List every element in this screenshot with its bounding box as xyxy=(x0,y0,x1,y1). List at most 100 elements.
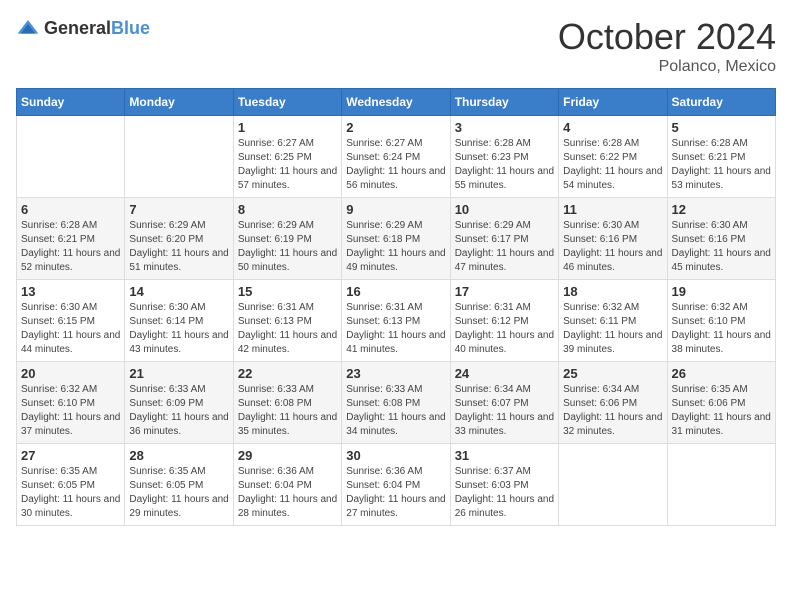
calendar-table: SundayMondayTuesdayWednesdayThursdayFrid… xyxy=(16,88,776,526)
day-number: 7 xyxy=(129,202,228,217)
sunset-label: Sunset: 6:23 PM xyxy=(455,152,529,163)
sunrise-label: Sunrise: 6:28 AM xyxy=(672,138,748,149)
day-number: 10 xyxy=(455,202,554,217)
day-info: Sunrise: 6:35 AM Sunset: 6:05 PM Dayligh… xyxy=(21,465,120,521)
day-info: Sunrise: 6:31 AM Sunset: 6:12 PM Dayligh… xyxy=(455,301,554,357)
sunrise-label: Sunrise: 6:31 AM xyxy=(346,302,422,313)
sunrise-label: Sunrise: 6:35 AM xyxy=(129,466,205,477)
daylight-label: Daylight: 11 hours and 55 minutes. xyxy=(455,166,554,191)
daylight-label: Daylight: 11 hours and 37 minutes. xyxy=(21,412,120,437)
day-info: Sunrise: 6:33 AM Sunset: 6:09 PM Dayligh… xyxy=(129,383,228,439)
calendar-week-row: 20 Sunrise: 6:32 AM Sunset: 6:10 PM Dayl… xyxy=(17,362,776,444)
calendar-cell: 22 Sunrise: 6:33 AM Sunset: 6:08 PM Dayl… xyxy=(233,362,341,444)
sunset-label: Sunset: 6:20 PM xyxy=(129,234,203,245)
daylight-label: Daylight: 11 hours and 41 minutes. xyxy=(346,330,445,355)
daylight-label: Daylight: 11 hours and 39 minutes. xyxy=(563,330,662,355)
sunset-label: Sunset: 6:11 PM xyxy=(563,316,636,327)
calendar-cell: 4 Sunrise: 6:28 AM Sunset: 6:22 PM Dayli… xyxy=(559,116,667,198)
day-info: Sunrise: 6:30 AM Sunset: 6:14 PM Dayligh… xyxy=(129,301,228,357)
calendar-cell: 1 Sunrise: 6:27 AM Sunset: 6:25 PM Dayli… xyxy=(233,116,341,198)
calendar-cell: 21 Sunrise: 6:33 AM Sunset: 6:09 PM Dayl… xyxy=(125,362,233,444)
sunset-label: Sunset: 6:06 PM xyxy=(563,398,637,409)
sunset-label: Sunset: 6:06 PM xyxy=(672,398,746,409)
location-subtitle: Polanco, Mexico xyxy=(558,58,776,76)
day-number: 28 xyxy=(129,448,228,463)
weekday-header-monday: Monday xyxy=(125,89,233,116)
calendar-cell xyxy=(667,444,775,526)
sunset-label: Sunset: 6:22 PM xyxy=(563,152,637,163)
sunset-label: Sunset: 6:16 PM xyxy=(672,234,746,245)
sunrise-label: Sunrise: 6:30 AM xyxy=(21,302,97,313)
weekday-header-tuesday: Tuesday xyxy=(233,89,341,116)
sunrise-label: Sunrise: 6:36 AM xyxy=(346,466,422,477)
day-number: 5 xyxy=(672,120,771,135)
day-info: Sunrise: 6:35 AM Sunset: 6:06 PM Dayligh… xyxy=(672,383,771,439)
sunrise-label: Sunrise: 6:34 AM xyxy=(455,384,531,395)
calendar-cell: 24 Sunrise: 6:34 AM Sunset: 6:07 PM Dayl… xyxy=(450,362,558,444)
daylight-label: Daylight: 11 hours and 50 minutes. xyxy=(238,248,337,273)
sunrise-label: Sunrise: 6:36 AM xyxy=(238,466,314,477)
weekday-header-friday: Friday xyxy=(559,89,667,116)
weekday-header-saturday: Saturday xyxy=(667,89,775,116)
sunrise-label: Sunrise: 6:34 AM xyxy=(563,384,639,395)
calendar-cell: 17 Sunrise: 6:31 AM Sunset: 6:12 PM Dayl… xyxy=(450,280,558,362)
day-number: 18 xyxy=(563,284,662,299)
calendar-cell: 29 Sunrise: 6:36 AM Sunset: 6:04 PM Dayl… xyxy=(233,444,341,526)
calendar-cell: 26 Sunrise: 6:35 AM Sunset: 6:06 PM Dayl… xyxy=(667,362,775,444)
weekday-header-thursday: Thursday xyxy=(450,89,558,116)
daylight-label: Daylight: 11 hours and 29 minutes. xyxy=(129,494,228,519)
sunrise-label: Sunrise: 6:35 AM xyxy=(672,384,748,395)
daylight-label: Daylight: 11 hours and 33 minutes. xyxy=(455,412,554,437)
sunset-label: Sunset: 6:14 PM xyxy=(129,316,203,327)
day-number: 11 xyxy=(563,202,662,217)
calendar-cell xyxy=(559,444,667,526)
day-number: 15 xyxy=(238,284,337,299)
day-info: Sunrise: 6:28 AM Sunset: 6:22 PM Dayligh… xyxy=(563,137,662,193)
day-info: Sunrise: 6:30 AM Sunset: 6:15 PM Dayligh… xyxy=(21,301,120,357)
page-header: GeneralBlue October 2024 Polanco, Mexico xyxy=(16,16,776,76)
day-info: Sunrise: 6:27 AM Sunset: 6:25 PM Dayligh… xyxy=(238,137,337,193)
day-info: Sunrise: 6:35 AM Sunset: 6:05 PM Dayligh… xyxy=(129,465,228,521)
calendar-week-row: 1 Sunrise: 6:27 AM Sunset: 6:25 PM Dayli… xyxy=(17,116,776,198)
day-number: 27 xyxy=(21,448,120,463)
logo-text-blue: Blue xyxy=(111,18,150,38)
calendar-cell: 14 Sunrise: 6:30 AM Sunset: 6:14 PM Dayl… xyxy=(125,280,233,362)
day-info: Sunrise: 6:27 AM Sunset: 6:24 PM Dayligh… xyxy=(346,137,445,193)
sunset-label: Sunset: 6:21 PM xyxy=(672,152,746,163)
sunset-label: Sunset: 6:05 PM xyxy=(21,480,95,491)
day-info: Sunrise: 6:28 AM Sunset: 6:23 PM Dayligh… xyxy=(455,137,554,193)
day-info: Sunrise: 6:30 AM Sunset: 6:16 PM Dayligh… xyxy=(672,219,771,275)
title-area: October 2024 Polanco, Mexico xyxy=(558,16,776,76)
sunrise-label: Sunrise: 6:29 AM xyxy=(455,220,531,231)
sunset-label: Sunset: 6:10 PM xyxy=(672,316,746,327)
calendar-cell: 18 Sunrise: 6:32 AM Sunset: 6:11 PM Dayl… xyxy=(559,280,667,362)
sunset-label: Sunset: 6:08 PM xyxy=(346,398,420,409)
calendar-cell: 16 Sunrise: 6:31 AM Sunset: 6:13 PM Dayl… xyxy=(342,280,450,362)
calendar-cell: 6 Sunrise: 6:28 AM Sunset: 6:21 PM Dayli… xyxy=(17,198,125,280)
calendar-cell: 25 Sunrise: 6:34 AM Sunset: 6:06 PM Dayl… xyxy=(559,362,667,444)
day-info: Sunrise: 6:29 AM Sunset: 6:20 PM Dayligh… xyxy=(129,219,228,275)
daylight-label: Daylight: 11 hours and 31 minutes. xyxy=(672,412,771,437)
day-info: Sunrise: 6:30 AM Sunset: 6:16 PM Dayligh… xyxy=(563,219,662,275)
day-number: 2 xyxy=(346,120,445,135)
month-title: October 2024 xyxy=(558,16,776,58)
calendar-cell: 5 Sunrise: 6:28 AM Sunset: 6:21 PM Dayli… xyxy=(667,116,775,198)
daylight-label: Daylight: 11 hours and 53 minutes. xyxy=(672,166,771,191)
day-number: 12 xyxy=(672,202,771,217)
daylight-label: Daylight: 11 hours and 47 minutes. xyxy=(455,248,554,273)
sunrise-label: Sunrise: 6:32 AM xyxy=(672,302,748,313)
sunset-label: Sunset: 6:15 PM xyxy=(21,316,95,327)
sunrise-label: Sunrise: 6:28 AM xyxy=(455,138,531,149)
day-number: 6 xyxy=(21,202,120,217)
calendar-header-row: SundayMondayTuesdayWednesdayThursdayFrid… xyxy=(17,89,776,116)
day-number: 23 xyxy=(346,366,445,381)
calendar-cell xyxy=(17,116,125,198)
calendar-cell: 30 Sunrise: 6:36 AM Sunset: 6:04 PM Dayl… xyxy=(342,444,450,526)
daylight-label: Daylight: 11 hours and 28 minutes. xyxy=(238,494,337,519)
sunrise-label: Sunrise: 6:29 AM xyxy=(129,220,205,231)
logo-text-general: General xyxy=(44,18,111,38)
daylight-label: Daylight: 11 hours and 54 minutes. xyxy=(563,166,662,191)
calendar-cell: 13 Sunrise: 6:30 AM Sunset: 6:15 PM Dayl… xyxy=(17,280,125,362)
daylight-label: Daylight: 11 hours and 30 minutes. xyxy=(21,494,120,519)
sunset-label: Sunset: 6:08 PM xyxy=(238,398,312,409)
